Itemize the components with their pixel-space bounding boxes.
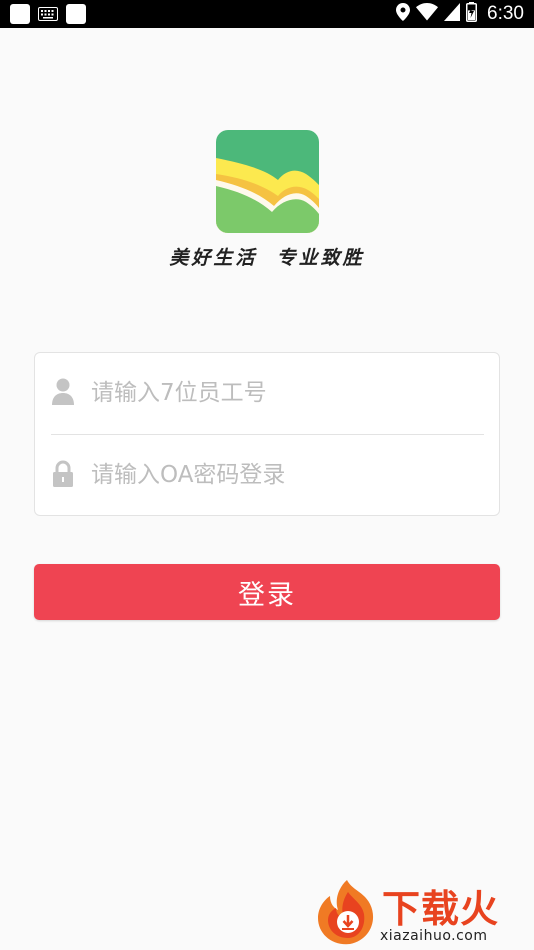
keyboard-icon [38, 7, 58, 21]
wifi-icon [416, 2, 439, 25]
app-logo [216, 130, 319, 233]
lock-icon [51, 459, 75, 489]
status-bar-time: 6:30 [487, 3, 524, 24]
battery-icon [466, 2, 478, 26]
login-button[interactable]: 登录 [34, 564, 500, 620]
status-bar-system: 6:30 [396, 0, 524, 28]
login-screen: 6:30 美好生活 专业致胜 请输入7位员工号 登录 下载火 xiazaihuo… [0, 0, 534, 950]
brand-slogan: 美好生活 专业致胜 [169, 247, 365, 269]
username-field-row [35, 353, 501, 434]
status-bar-notifications [10, 4, 86, 24]
flame-download-icon [314, 878, 380, 946]
employee-id-input[interactable] [91, 371, 481, 415]
watermark-title: 下载火 [382, 887, 500, 931]
app-square-icon [66, 4, 86, 24]
password-input[interactable] [91, 453, 481, 497]
watermark: 下载火 xiazaihuo.com [314, 878, 530, 946]
watermark-url: xiazaihuo.com [380, 928, 488, 944]
user-icon [51, 377, 75, 407]
location-icon [396, 3, 411, 25]
signal-icon [444, 3, 461, 25]
app-square-icon [10, 4, 30, 24]
login-form [34, 352, 500, 516]
status-bar: 6:30 [0, 0, 534, 28]
password-field-row [35, 435, 501, 516]
